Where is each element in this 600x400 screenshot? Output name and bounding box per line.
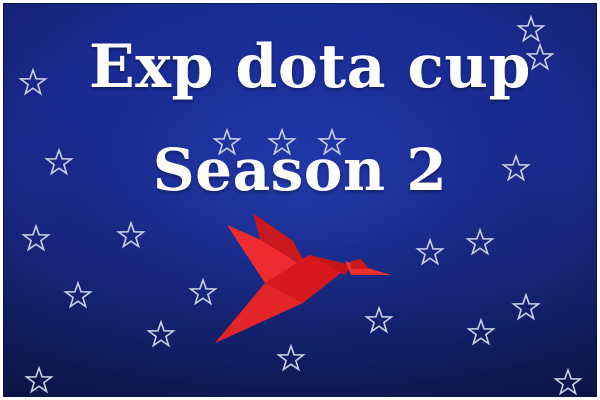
bird-beak-shade bbox=[351, 259, 369, 269]
tournament-banner: Exp dota cup Season 2 bbox=[0, 0, 600, 400]
origami-bird-logo bbox=[215, 213, 391, 343]
